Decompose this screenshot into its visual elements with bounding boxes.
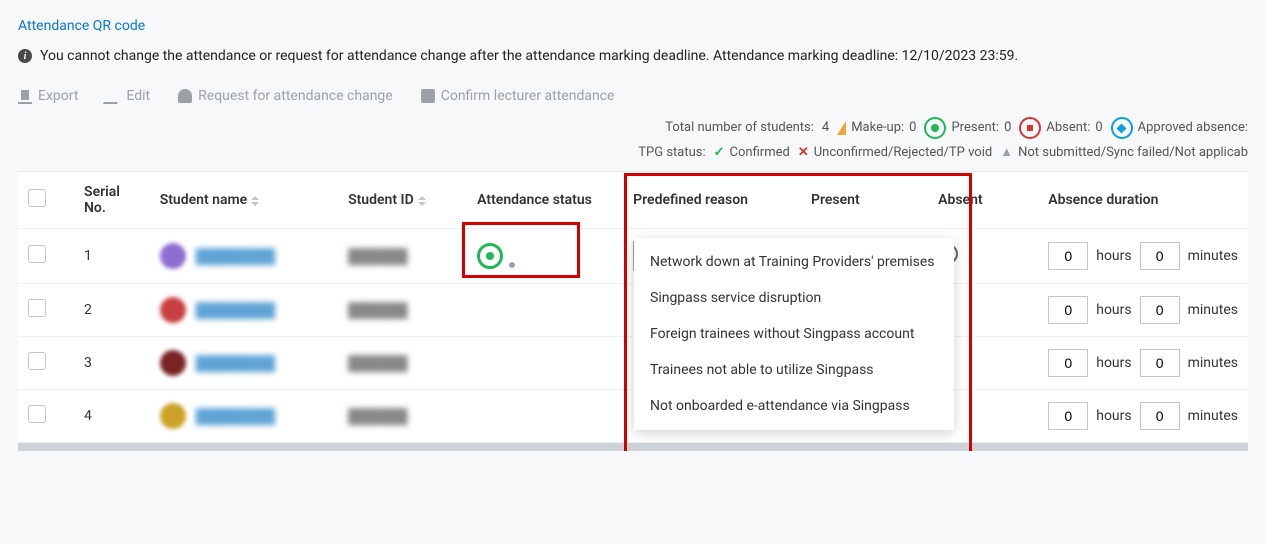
serial-cell: 4 xyxy=(74,390,150,443)
predefined-reason-menu: Network down at Training Providers' prem… xyxy=(634,238,954,430)
info-icon: i xyxy=(18,49,32,63)
edit-button[interactable]: Edit xyxy=(106,88,150,104)
avatar xyxy=(160,350,186,376)
summary-counts: Total number of students: 4 Make-up:0 Pr… xyxy=(18,116,1248,141)
confirm-label: Confirm lecturer attendance xyxy=(441,88,615,104)
table-row: 1 ████████ ██████ None hoursminutes xyxy=(18,229,1248,284)
col-serial: Serial No. xyxy=(74,172,150,229)
hours-label: hours xyxy=(1096,408,1131,424)
export-label: Export xyxy=(38,88,78,104)
status-sub-icon xyxy=(509,262,515,268)
col-duration: Absence duration xyxy=(1038,172,1248,229)
deadline-notice: i You cannot change the attendance or re… xyxy=(18,48,1248,64)
approved-absence-icon xyxy=(1111,117,1133,139)
minutes-label: minutes xyxy=(1188,408,1238,424)
hours-label: hours xyxy=(1096,302,1131,318)
minutes-label: minutes xyxy=(1188,355,1238,371)
table-row: 2 ████████ ██████ hours minutes xyxy=(18,284,1248,337)
edit-label: Edit xyxy=(126,88,150,104)
student-name[interactable]: ████████ xyxy=(196,248,275,265)
total-value: 4 xyxy=(822,116,829,141)
sort-icon[interactable] xyxy=(418,196,426,206)
col-reason: Predefined reason xyxy=(623,172,801,229)
hours-input[interactable] xyxy=(1048,242,1088,270)
tpg-confirmed: Confirmed xyxy=(730,141,790,166)
reason-option[interactable]: Trainees not able to utilize Singpass xyxy=(634,352,954,388)
absent-label: Absent: xyxy=(1046,116,1090,141)
sort-icon[interactable] xyxy=(251,196,259,206)
user-icon xyxy=(178,89,192,103)
serial-cell: 3 xyxy=(74,337,150,390)
col-present: Present xyxy=(801,172,928,229)
present-value: 0 xyxy=(1004,116,1011,141)
minutes-input[interactable] xyxy=(1140,349,1180,377)
row-checkbox[interactable] xyxy=(28,299,46,317)
avatar xyxy=(160,243,186,269)
row-checkbox[interactable] xyxy=(28,245,46,263)
clipboard-icon xyxy=(421,89,435,103)
minutes-input[interactable] xyxy=(1140,402,1180,430)
hours-input[interactable] xyxy=(1048,349,1088,377)
student-name[interactable]: ████████ xyxy=(196,408,275,425)
tpg-label: TPG status: xyxy=(638,141,705,166)
horizontal-scrollbar[interactable] xyxy=(18,443,1248,451)
reason-option[interactable]: Not onboarded e-attendance via Singpass xyxy=(634,388,954,424)
hours-label: hours xyxy=(1096,248,1131,264)
minutes-input[interactable] xyxy=(1140,296,1180,324)
makeup-icon xyxy=(837,121,846,135)
student-id: ██████ xyxy=(348,249,408,265)
attendance-qr-link[interactable]: Attendance QR code xyxy=(18,18,1248,34)
student-name[interactable]: ████████ xyxy=(196,302,275,319)
hours-label: hours xyxy=(1096,355,1131,371)
check-icon: ✓ xyxy=(714,141,725,166)
absent-value: 0 xyxy=(1095,116,1102,141)
absent-icon xyxy=(1019,117,1041,139)
confirm-lecturer-button[interactable]: Confirm lecturer attendance xyxy=(421,88,615,104)
export-icon xyxy=(18,88,32,104)
reason-option[interactable]: Foreign trainees without Singpass accoun… xyxy=(634,316,954,352)
serial-cell: 2 xyxy=(74,284,150,337)
present-icon xyxy=(924,117,946,139)
hours-input[interactable] xyxy=(1048,402,1088,430)
row-checkbox[interactable] xyxy=(28,405,46,423)
attendance-status-present-icon xyxy=(477,243,503,269)
makeup-label: Make-up: xyxy=(851,116,904,141)
attendance-table: Serial No. Student name Student ID Atten… xyxy=(18,172,1248,443)
minutes-input[interactable] xyxy=(1140,242,1180,270)
select-all-checkbox[interactable] xyxy=(28,189,46,207)
student-id: ██████ xyxy=(348,356,408,372)
table-row: 4 ████████ ██████ hours minutes xyxy=(18,390,1248,443)
student-name[interactable]: ████████ xyxy=(196,355,275,372)
deadline-text: You cannot change the attendance or requ… xyxy=(40,48,1018,64)
col-absent: Absent xyxy=(928,172,1038,229)
pencil-icon xyxy=(104,88,124,104)
present-label: Present: xyxy=(951,116,999,141)
student-id: ██████ xyxy=(348,303,408,319)
col-name[interactable]: Student name xyxy=(160,192,248,208)
serial-cell: 1 xyxy=(74,229,150,284)
approved-label: Approved absence: xyxy=(1138,116,1248,141)
total-label: Total number of students: xyxy=(665,116,814,141)
reason-option[interactable]: Network down at Training Providers' prem… xyxy=(634,244,954,280)
hours-input[interactable] xyxy=(1048,296,1088,324)
tpg-unconfirmed: Unconfirmed/Rejected/TP void xyxy=(814,141,992,166)
tpg-legend: TPG status: ✓Confirmed ✕Unconfirmed/Reje… xyxy=(18,141,1248,166)
warn-icon: ▲ xyxy=(1000,141,1013,166)
table-row: 3 ████████ ██████ hours minutes xyxy=(18,337,1248,390)
makeup-value: 0 xyxy=(909,116,916,141)
student-id: ██████ xyxy=(348,409,408,425)
reason-option[interactable]: Singpass service disruption xyxy=(634,280,954,316)
minutes-label: minutes xyxy=(1188,302,1238,318)
request-change-button[interactable]: Request for attendance change xyxy=(178,88,393,104)
export-button[interactable]: Export xyxy=(18,88,78,104)
col-id[interactable]: Student ID xyxy=(348,192,414,208)
avatar xyxy=(160,403,186,429)
tpg-notsubmitted: Not submitted/Sync failed/Not applicab xyxy=(1018,141,1248,166)
avatar xyxy=(160,297,186,323)
row-checkbox[interactable] xyxy=(28,352,46,370)
request-label: Request for attendance change xyxy=(198,88,393,104)
minutes-label: minutes xyxy=(1188,248,1238,264)
x-icon: ✕ xyxy=(798,141,809,166)
col-status: Attendance status xyxy=(467,172,623,229)
